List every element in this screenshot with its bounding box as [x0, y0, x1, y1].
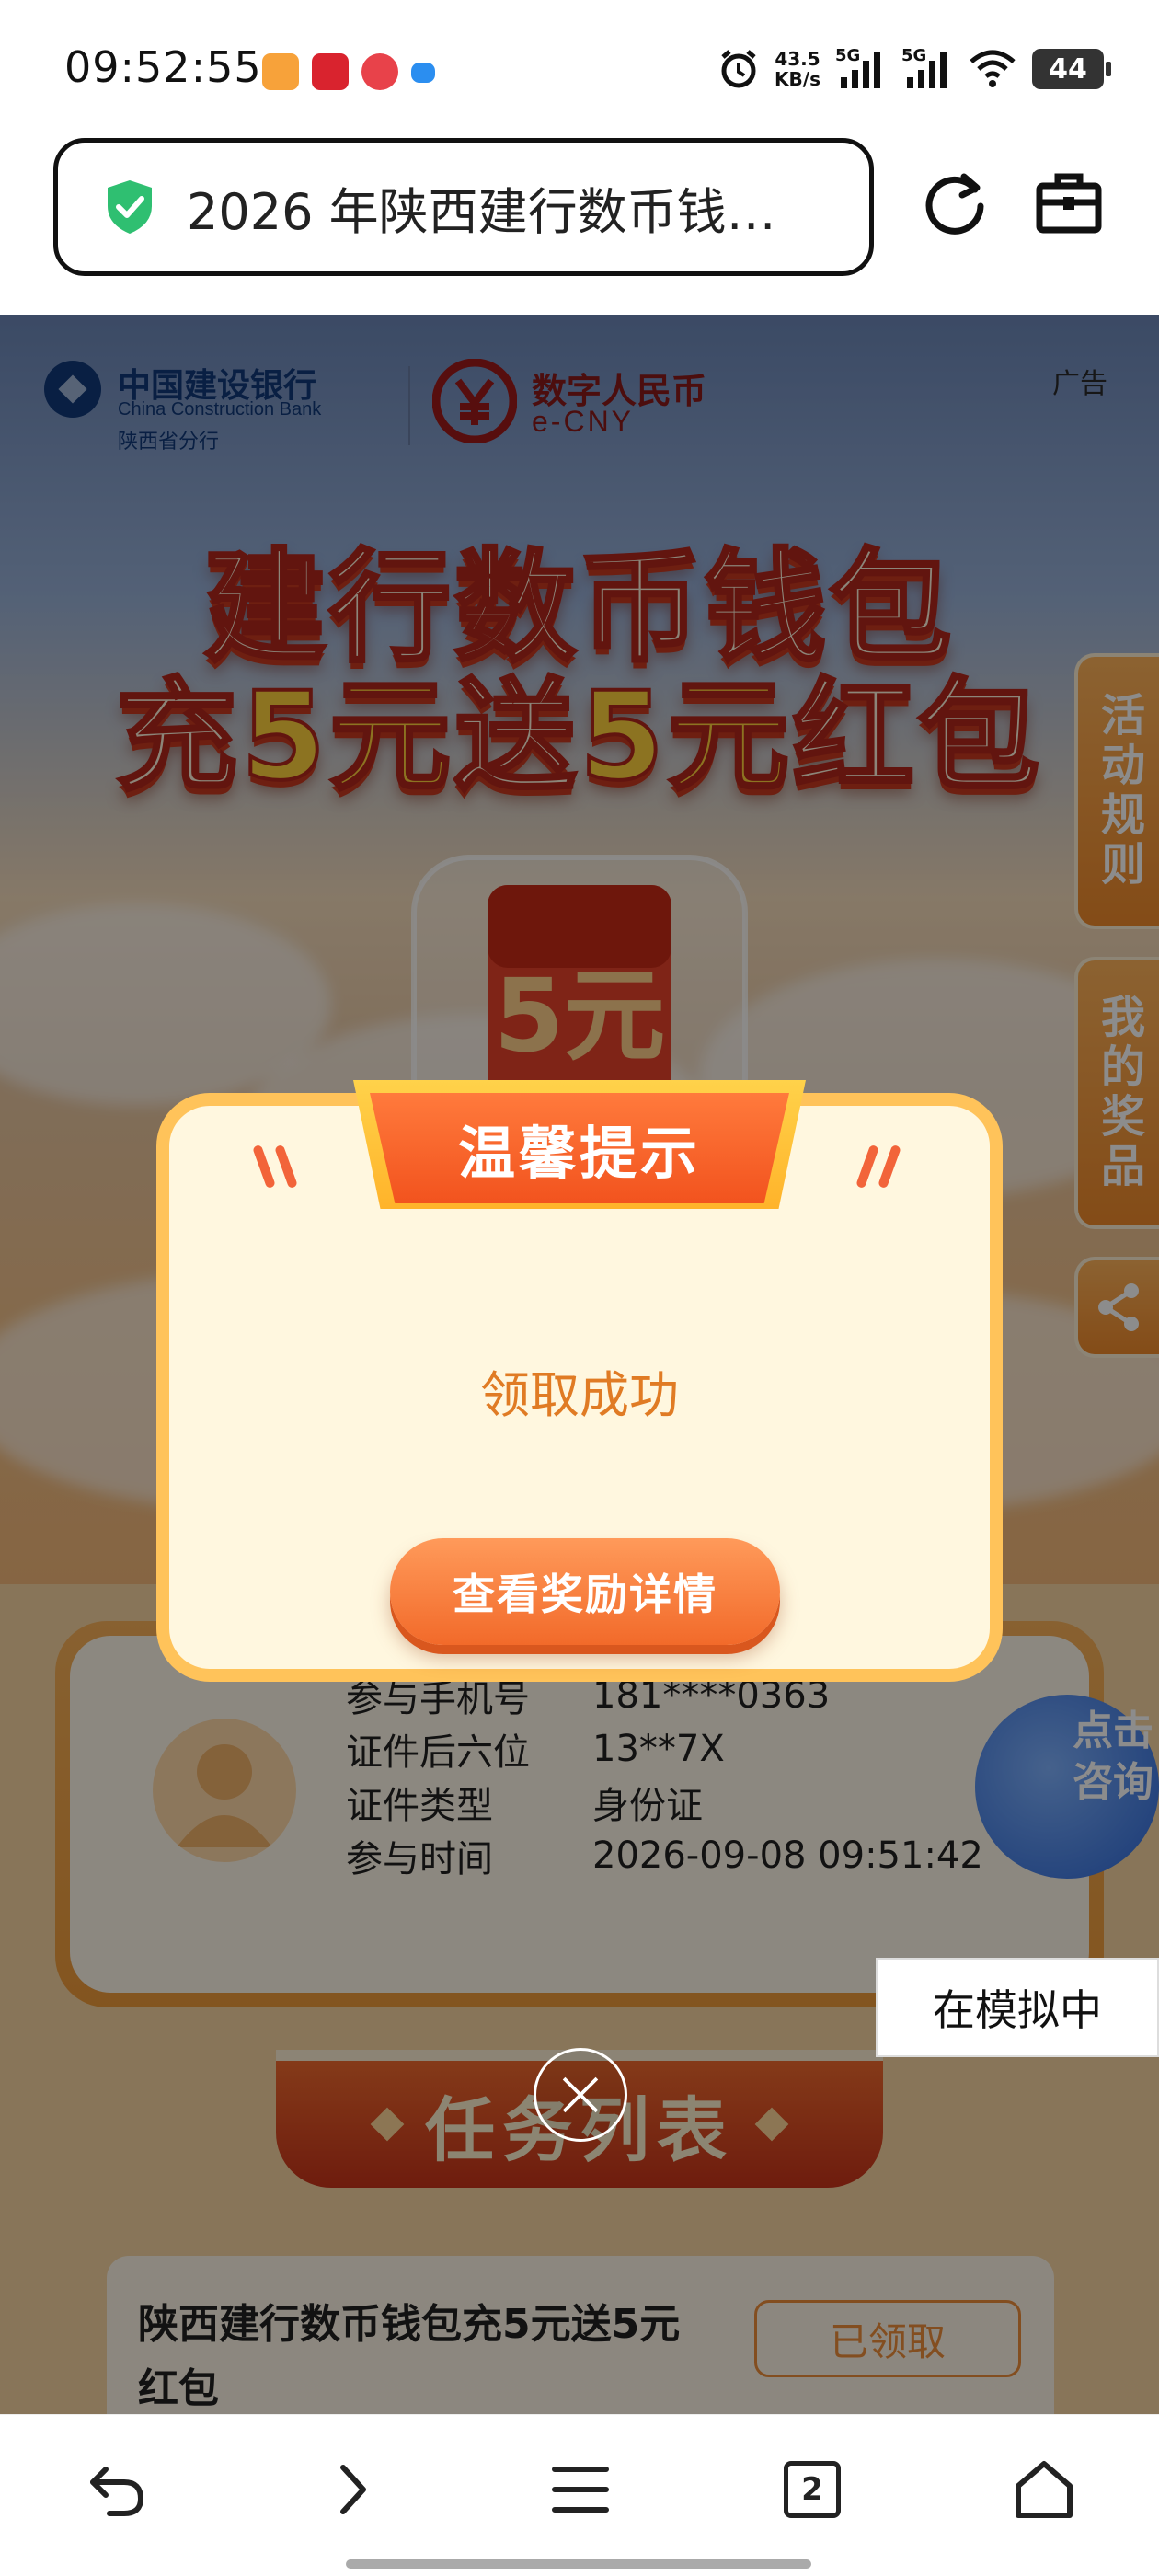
dialog-title: 温馨提示 — [457, 1120, 701, 1187]
messenger-app-icon — [411, 63, 435, 83]
tab-count: 2 — [801, 2471, 823, 2508]
chevron-right-icon — [340, 2465, 366, 2514]
simulation-toast: 在模拟中 — [876, 1958, 1159, 2057]
browser-bottom-bar: 2 — [0, 2414, 1159, 2576]
web-content[interactable]: 中国建设银行 China Construction Bank 陕西省分行 数字人… — [0, 315, 1159, 2414]
back-arrow-icon — [90, 2467, 144, 2516]
battery-indicator: 44 — [1032, 49, 1111, 89]
notification-icons — [262, 53, 435, 90]
status-bar: 09:52:55 43.5 KB/s 5G 5G 44 — [0, 0, 1159, 138]
decoration-stroke — [274, 1144, 298, 1190]
metro-app-icon — [361, 53, 398, 90]
menu-button[interactable] — [539, 2448, 622, 2531]
dialog-title-bar: 温馨提示 — [370, 1093, 789, 1203]
page-title: 2026 年陕西建行数币钱… — [187, 182, 776, 241]
signal-2-label: 5G — [901, 46, 927, 65]
secure-shield-icon — [108, 180, 152, 234]
decoration-stroke — [878, 1144, 901, 1190]
reload-icon[interactable] — [916, 166, 993, 243]
signal-2: 5G — [901, 46, 953, 92]
bank-app-icon — [312, 53, 349, 90]
view-reward-details-button[interactable]: 查看奖励详情 — [390, 1538, 780, 1645]
signal-1: 5G — [835, 46, 887, 92]
wifi-icon — [970, 50, 1016, 87]
gesture-home-indicator[interactable] — [346, 2559, 811, 2569]
decoration-stroke — [252, 1144, 276, 1190]
address-bar[interactable]: 2026 年陕西建行数币钱… — [53, 138, 874, 276]
network-speed: 43.5 KB/s — [775, 49, 820, 89]
network-speed-unit: KB/s — [775, 68, 820, 90]
home-button[interactable] — [1003, 2448, 1085, 2531]
alarm-icon — [721, 50, 756, 88]
signal-1-label: 5G — [835, 46, 861, 65]
close-icon[interactable] — [534, 2048, 627, 2142]
toolbox-icon[interactable] — [1030, 166, 1107, 243]
map-app-icon — [262, 53, 299, 90]
tabs-button[interactable]: 2 — [771, 2448, 854, 2531]
notice-dialog: 温馨提示 领取成功 查看奖励详情 — [156, 1080, 1003, 1682]
decoration-stroke — [855, 1144, 879, 1190]
dialog-message: 领取成功 — [480, 1366, 679, 1424]
network-speed-value: 43.5 — [775, 48, 820, 70]
menu-icon — [552, 2467, 609, 2513]
back-button[interactable] — [75, 2448, 158, 2531]
home-icon — [1016, 2461, 1073, 2518]
forward-button[interactable] — [311, 2448, 394, 2531]
status-time: 09:52:55 — [64, 42, 262, 92]
status-indicators: 43.5 KB/s 5G 5G 44 — [717, 46, 1111, 92]
